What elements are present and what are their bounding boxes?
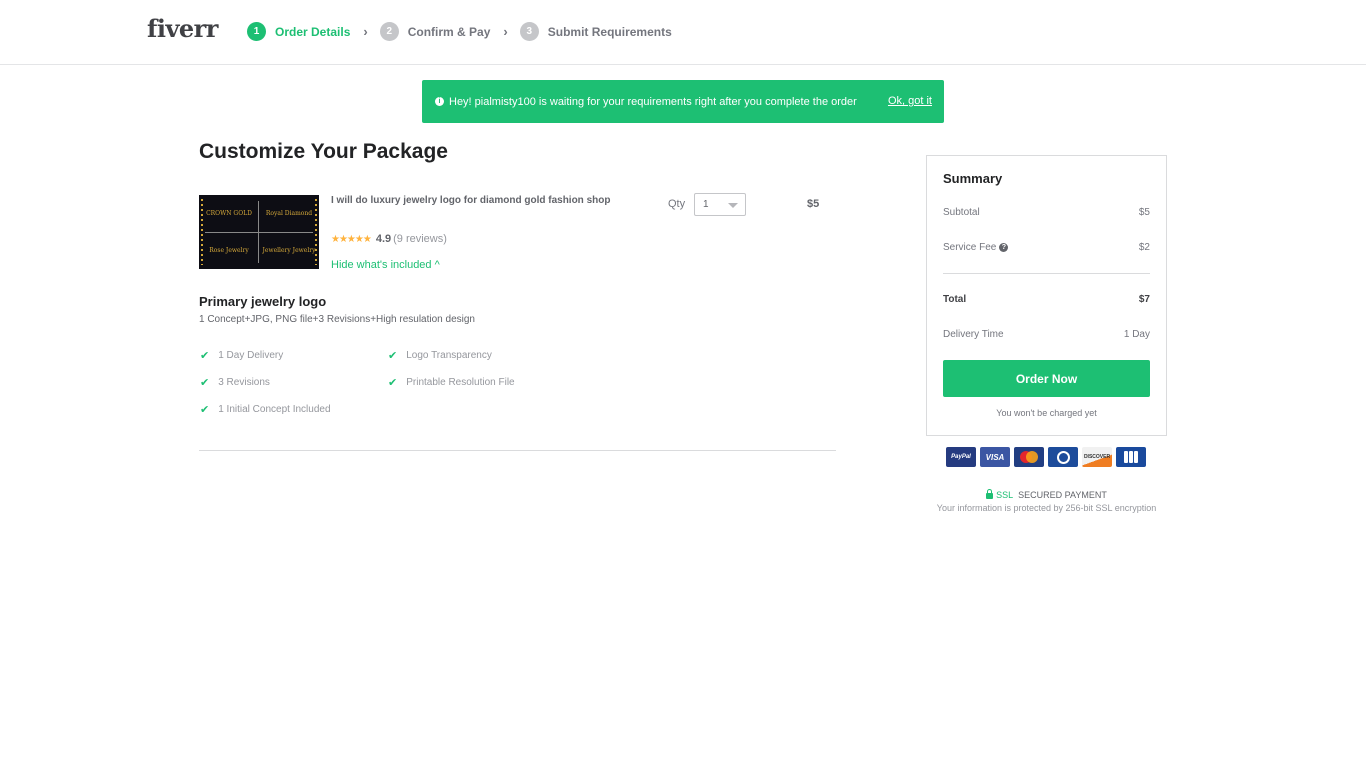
delivery-time-label: Delivery Time xyxy=(943,329,1004,340)
chevron-right-icon: › xyxy=(363,24,368,39)
subtotal-value: $5 xyxy=(1138,207,1150,218)
paypal-icon: PayPal xyxy=(946,447,976,467)
gig-thumbnail[interactable]: CROWN GOLD Royal Diamond Rose Jewelry Je… xyxy=(199,195,319,269)
top-header: fiverr 1 Order Details › 2 Confirm & Pay… xyxy=(0,0,1366,65)
service-fee-value: $2 xyxy=(1138,242,1150,253)
feature-item: ✔ 1 Initial Concept Included xyxy=(200,403,331,416)
check-icon: ✔ xyxy=(388,350,398,362)
thumbnail-logo-2: Royal Diamond xyxy=(265,210,313,217)
gig-title[interactable]: I will do luxury jewelry logo for diamon… xyxy=(331,193,611,209)
help-icon[interactable]: ? xyxy=(999,242,1009,252)
check-icon: ✔ xyxy=(388,377,398,389)
summary-title: Summary xyxy=(943,171,1003,186)
ssl-note: Your information is protected by 256-bit… xyxy=(936,503,1157,513)
chevron-right-icon: › xyxy=(503,24,508,39)
feature-label: 1 Initial Concept Included xyxy=(218,404,331,415)
gig-rating: ★★★★★ 4.9 (9 reviews) xyxy=(331,233,447,245)
step-number: 1 xyxy=(247,22,266,41)
review-count: (9 reviews) xyxy=(393,233,447,245)
total-value: $7 xyxy=(1138,294,1150,305)
total-label: Total xyxy=(943,294,967,305)
feature-label: 1 Day Delivery xyxy=(218,350,284,361)
service-fee-row: Service Fee? $2 xyxy=(943,242,1150,253)
check-icon: ✔ xyxy=(200,404,210,416)
feature-item: ✔ 3 Revisions xyxy=(200,376,270,389)
seller-notice-banner: i Hey! pialmisty100 is waiting for your … xyxy=(422,80,944,123)
ssl-label: SSL xyxy=(996,490,1014,500)
rating-score: 4.9 xyxy=(375,233,392,245)
quantity-value: 1 xyxy=(703,199,709,210)
section-divider xyxy=(199,450,836,451)
package-name: Primary jewelry logo xyxy=(199,294,327,309)
gig-price: $5 xyxy=(807,198,820,210)
page-title: Customize Your Package xyxy=(199,140,448,163)
thumbnail-logo-4: Jewellery Jewelry xyxy=(262,247,316,254)
discover-icon: DISCOVER xyxy=(1082,447,1112,467)
diners-club-icon xyxy=(1048,447,1078,467)
step-confirm-pay: 2 Confirm & Pay xyxy=(379,22,491,41)
delivery-time-row: Delivery Time 1 Day xyxy=(943,329,1150,340)
feature-item: ✔ Printable Resolution File xyxy=(388,376,515,389)
step-label: Confirm & Pay xyxy=(407,24,491,39)
subtotal-label: Subtotal xyxy=(943,207,980,218)
star-rating-icon: ★★★★★ xyxy=(331,233,372,245)
check-icon: ✔ xyxy=(200,350,210,362)
hide-included-toggle[interactable]: Hide what's included ^ xyxy=(331,259,440,271)
lock-icon xyxy=(986,489,994,499)
step-number: 3 xyxy=(519,22,539,41)
ssl-secured-payment: SSL SECURED PAYMENT xyxy=(926,489,1167,500)
jcb-icon xyxy=(1116,447,1146,467)
chevron-down-icon xyxy=(728,203,738,208)
info-icon: i xyxy=(435,97,444,106)
checkout-steps: 1 Order Details › 2 Confirm & Pay › 3 Su… xyxy=(247,22,672,41)
thumbnail-divider xyxy=(205,232,313,233)
delivery-time-value: 1 Day xyxy=(1123,329,1150,340)
feature-item: ✔ Logo Transparency xyxy=(388,349,492,362)
order-summary-panel: Summary Subtotal $5 Service Fee? $2 Tota… xyxy=(926,155,1167,436)
feature-label: Printable Resolution File xyxy=(406,377,515,388)
feature-label: Logo Transparency xyxy=(406,350,492,361)
order-now-button[interactable]: Order Now xyxy=(943,360,1150,397)
visa-icon: VISA xyxy=(980,447,1010,467)
step-submit-requirements: 3 Submit Requirements xyxy=(519,22,672,41)
check-icon: ✔ xyxy=(200,377,210,389)
dismiss-notice-link[interactable]: Ok, got it xyxy=(888,95,932,107)
step-number: 2 xyxy=(379,22,399,41)
summary-divider xyxy=(943,273,1150,274)
step-label: Submit Requirements xyxy=(547,24,672,39)
secured-payment-label: SECURED PAYMENT xyxy=(1018,490,1107,500)
total-row: Total $7 xyxy=(943,294,1150,305)
quantity-select[interactable]: 1 xyxy=(694,193,746,216)
service-fee-label: Service Fee xyxy=(943,242,997,253)
step-label: Order Details xyxy=(275,24,351,39)
feature-item: ✔ 1 Day Delivery xyxy=(200,349,283,362)
subtotal-row: Subtotal $5 xyxy=(943,207,1150,218)
notice-text: Hey! pialmisty100 is waiting for your re… xyxy=(449,95,857,108)
thumbnail-logo-1: CROWN GOLD xyxy=(206,210,252,217)
step-order-details: 1 Order Details xyxy=(247,22,350,41)
no-charge-note: You won't be charged yet xyxy=(996,408,1097,418)
qty-label: Qty xyxy=(668,198,686,210)
feature-label: 3 Revisions xyxy=(218,377,270,388)
thumbnail-logo-3: Rose Jewelry xyxy=(209,247,249,254)
package-description: 1 Concept+JPG, PNG file+3 Revisions+High… xyxy=(199,314,475,325)
payment-methods: PayPal VISA DISCOVER xyxy=(946,447,1146,467)
mastercard-icon xyxy=(1014,447,1044,467)
fiverr-logo[interactable]: fiverr xyxy=(147,14,218,43)
